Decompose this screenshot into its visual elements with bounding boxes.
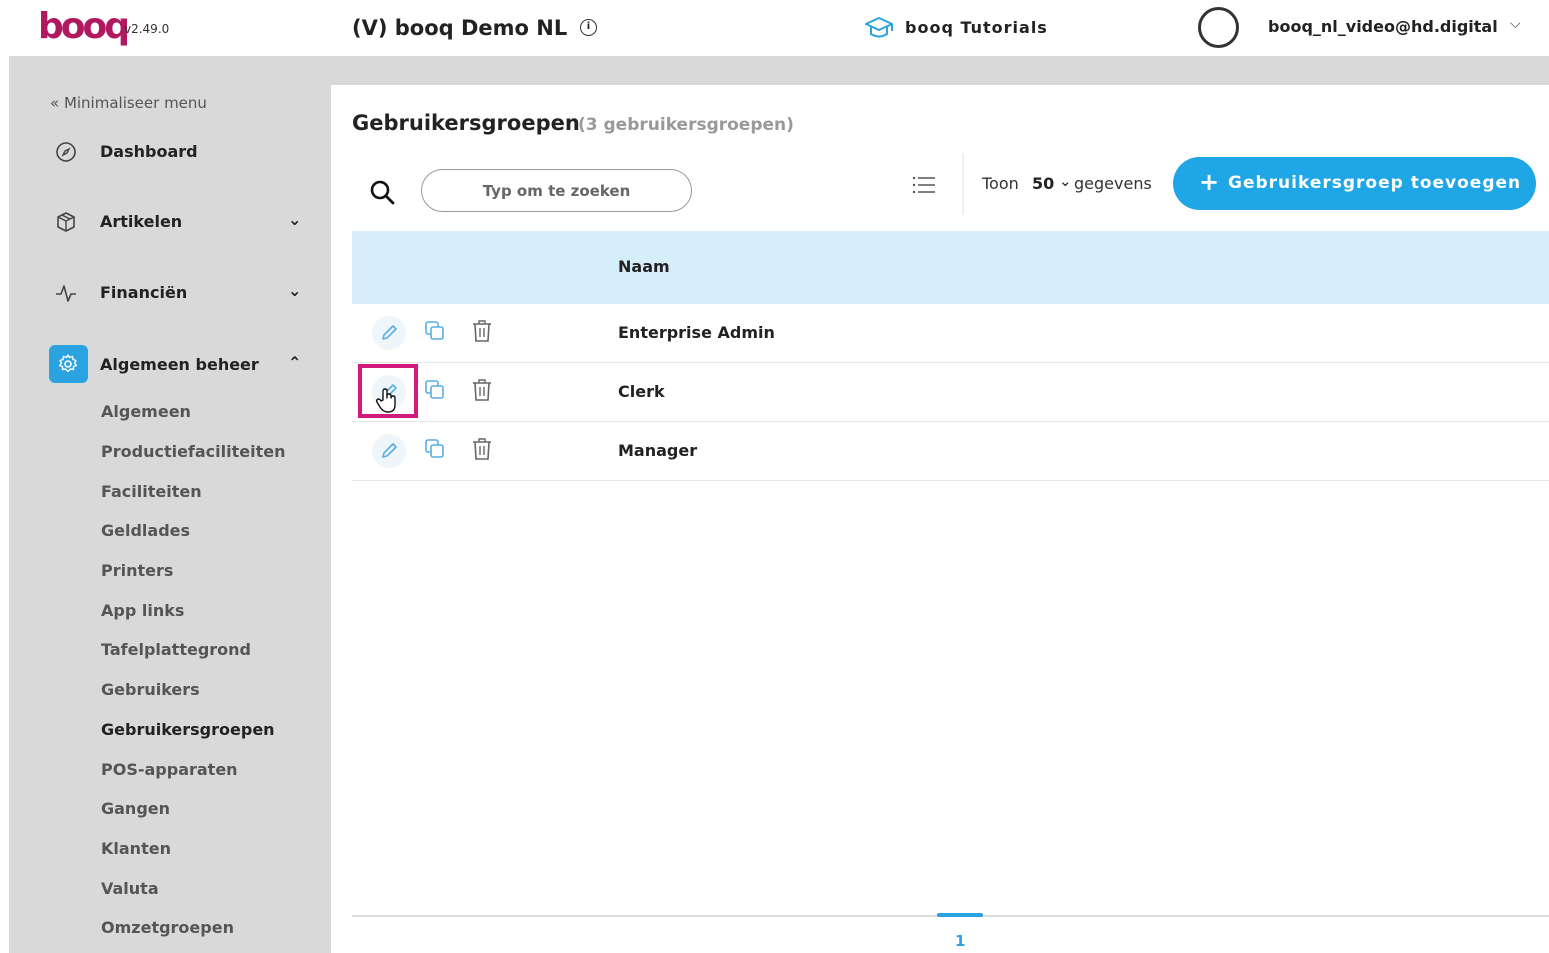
chevron-down-icon[interactable]: ⌄ — [288, 281, 301, 300]
main-content — [331, 85, 1549, 953]
edit-button[interactable] — [372, 316, 406, 350]
plus-icon: + — [1199, 168, 1220, 196]
info-circle-icon[interactable]: i — [580, 19, 597, 36]
chevron-down-icon[interactable]: ⌄ — [288, 210, 301, 229]
sidebar-item-label: Dashboard — [100, 142, 198, 161]
booq-logo[interactable]: booq — [38, 6, 130, 47]
sidebar-subitem-gebruikers[interactable]: Gebruikers — [101, 680, 200, 699]
page-size-label: Toon — [982, 174, 1019, 193]
list-view-icon[interactable] — [911, 175, 937, 195]
edit-button[interactable] — [372, 434, 406, 468]
sidebar-item-label: Algemeen beheer — [100, 355, 259, 374]
pagination-active-indicator — [937, 913, 983, 917]
chevron-down-icon[interactable]: ⌄ — [1059, 172, 1072, 190]
toolbar-divider — [962, 153, 964, 215]
pencil-icon — [382, 325, 397, 340]
sidebar — [9, 56, 331, 953]
sidebar-subitem-gangen[interactable]: Gangen — [101, 799, 170, 818]
sidebar-subitem-klanten[interactable]: Klanten — [101, 839, 171, 858]
sidebar-subitem-algemeen[interactable]: Algemeen — [101, 402, 191, 421]
sidebar-subitem-valuta[interactable]: Valuta — [101, 879, 159, 898]
box-icon — [57, 212, 75, 232]
gear-icon — [58, 354, 78, 373]
sidebar-subitem-productiefaciliteiten[interactable]: Productiefaciliteiten — [101, 442, 286, 461]
pencil-icon — [382, 443, 397, 458]
chevron-up-icon[interactable]: ⌃ — [288, 353, 301, 372]
table-row: Enterprise Admin — [352, 304, 1549, 363]
pagination-page[interactable]: 1 — [955, 932, 965, 950]
graduation-cap-icon[interactable] — [864, 15, 894, 41]
copy-icon[interactable] — [422, 377, 448, 403]
trash-icon[interactable] — [470, 377, 494, 403]
version-label: v2.49.0 — [124, 22, 170, 36]
trash-icon[interactable] — [470, 318, 494, 344]
sidebar-subitem-printers[interactable]: Printers — [101, 561, 173, 580]
top-bar: booq v2.49.0 (V) booq Demo NL i booq Tut… — [0, 0, 1549, 56]
table-header: Naam — [352, 231, 1549, 304]
search-icon[interactable] — [368, 178, 396, 206]
sidebar-subitem-pos-apparaten[interactable]: POS-apparaten — [101, 760, 238, 779]
page-title: Gebruikersgroepen — [352, 111, 580, 135]
page-size-suffix: gegevens — [1074, 174, 1152, 193]
dashboard-icon — [56, 142, 76, 162]
group-name: Manager — [618, 441, 698, 460]
sidebar-item-financien[interactable]: Financiën ⌄ — [48, 273, 312, 313]
avatar[interactable] — [1198, 7, 1239, 48]
add-user-group-button[interactable]: + Gebruikersgroep toevoegen — [1173, 157, 1536, 210]
tutorials-link[interactable]: booq Tutorials — [905, 18, 1048, 37]
sidebar-subitem-gebruikersgroepen[interactable]: Gebruikersgroepen — [101, 720, 275, 739]
user-email[interactable]: booq_nl_video@hd.digital — [1268, 17, 1498, 36]
table-row: Clerk — [352, 363, 1549, 422]
sidebar-subitem-faciliteiten[interactable]: Faciliteiten — [101, 482, 202, 501]
table-row: Manager — [352, 422, 1549, 481]
page-size-select[interactable]: 50 — [1032, 174, 1054, 193]
venue-selector[interactable]: (V) booq Demo NL — [352, 16, 567, 40]
trash-icon[interactable] — [470, 436, 494, 462]
copy-icon[interactable] — [422, 318, 448, 344]
group-name: Clerk — [618, 382, 665, 401]
copy-icon[interactable] — [422, 436, 448, 462]
minimize-menu-button[interactable]: « Minimaliseer menu — [50, 94, 207, 112]
hand-cursor-icon — [375, 388, 396, 413]
sidebar-item-label: Financiën — [100, 283, 188, 302]
sidebar-item-algemeen-beheer[interactable]: Algemeen beheer ⌃ — [48, 345, 312, 385]
sidebar-subitem-omzetgroepen[interactable]: Omzetgroepen — [101, 918, 234, 937]
pulse-icon — [56, 285, 76, 302]
column-header-naam[interactable]: Naam — [618, 257, 670, 276]
sidebar-item-artikelen[interactable]: Artikelen ⌄ — [48, 202, 312, 242]
add-button-label: Gebruikersgroep toevoegen — [1228, 173, 1522, 193]
sidebar-subitem-tafelplattegrond[interactable]: Tafelplattegrond — [101, 640, 251, 659]
sidebar-subitem-app-links[interactable]: App links — [101, 601, 184, 620]
sidebar-subitem-geldlades[interactable]: Geldlades — [101, 521, 190, 540]
sidebar-item-label: Artikelen — [100, 212, 183, 231]
group-name: Enterprise Admin — [618, 323, 775, 342]
search-input[interactable] — [421, 169, 692, 212]
chevron-down-icon[interactable]: ⌵ — [1510, 16, 1521, 32]
group-count: (3 gebruikersgroepen) — [578, 115, 794, 135]
sidebar-item-dashboard[interactable]: Dashboard — [48, 132, 312, 172]
